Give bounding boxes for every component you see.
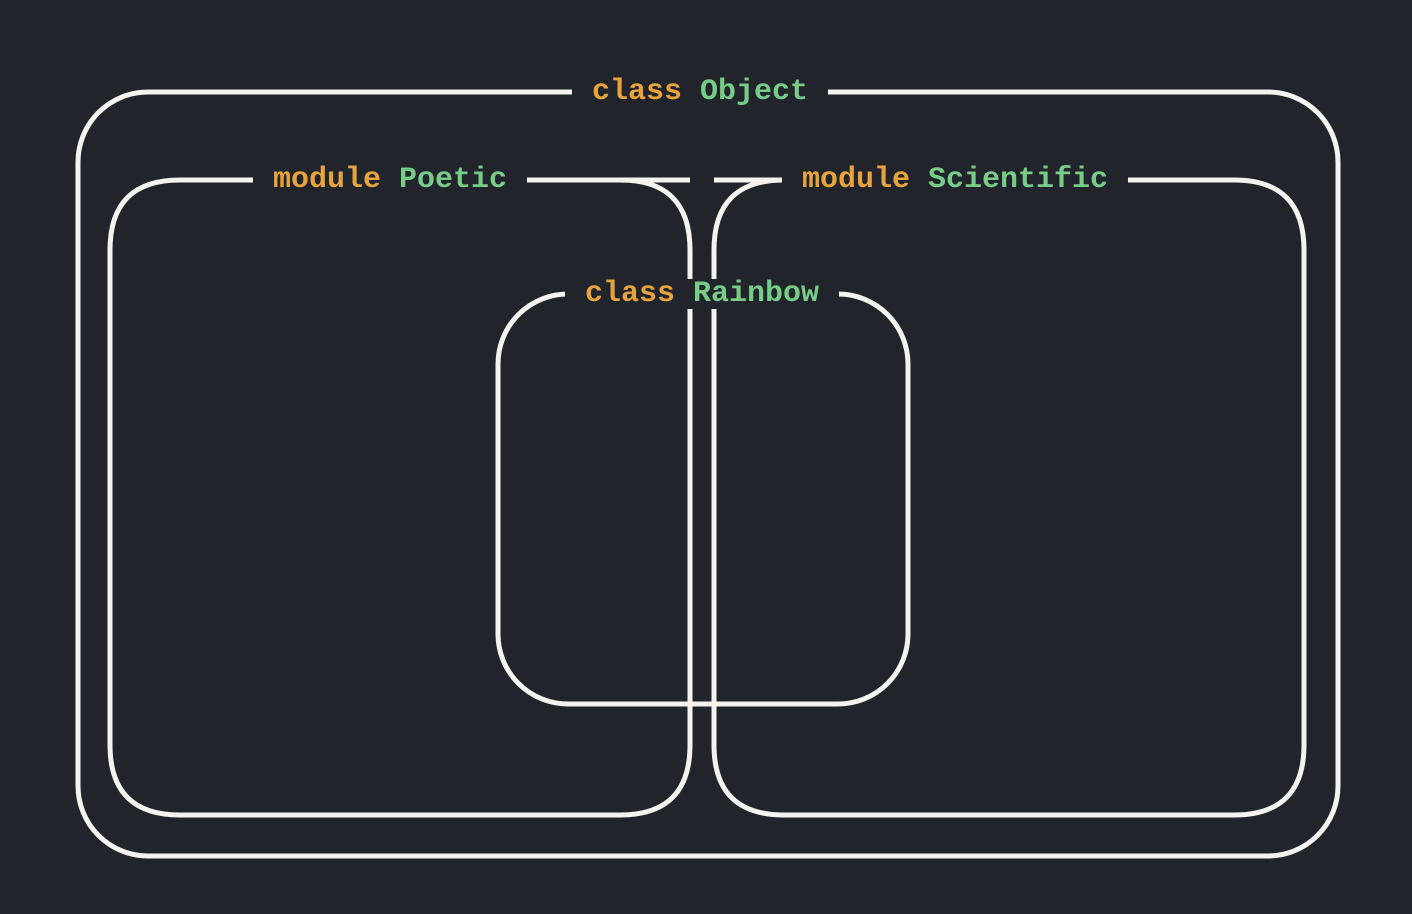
label-object: class Object [572, 77, 828, 107]
name-object: Object [700, 75, 808, 109]
keyword-class: class [592, 75, 682, 109]
box-scientific [714, 180, 1304, 815]
diagram-stage: class Object module Poetic module Scient… [0, 0, 1412, 914]
keyword-module: module [273, 163, 381, 197]
diagram-shapes [0, 0, 1412, 914]
label-rainbow: class Rainbow [565, 279, 839, 309]
name-scientific: Scientific [928, 163, 1108, 197]
label-poetic: module Poetic [253, 165, 527, 195]
box-object [78, 92, 1338, 856]
label-scientific: module Scientific [782, 165, 1128, 195]
box-rainbow [498, 294, 908, 704]
box-poetic [110, 180, 690, 815]
keyword-module: module [802, 163, 910, 197]
keyword-class: class [585, 277, 675, 311]
name-poetic: Poetic [399, 163, 507, 197]
name-rainbow: Rainbow [693, 277, 819, 311]
